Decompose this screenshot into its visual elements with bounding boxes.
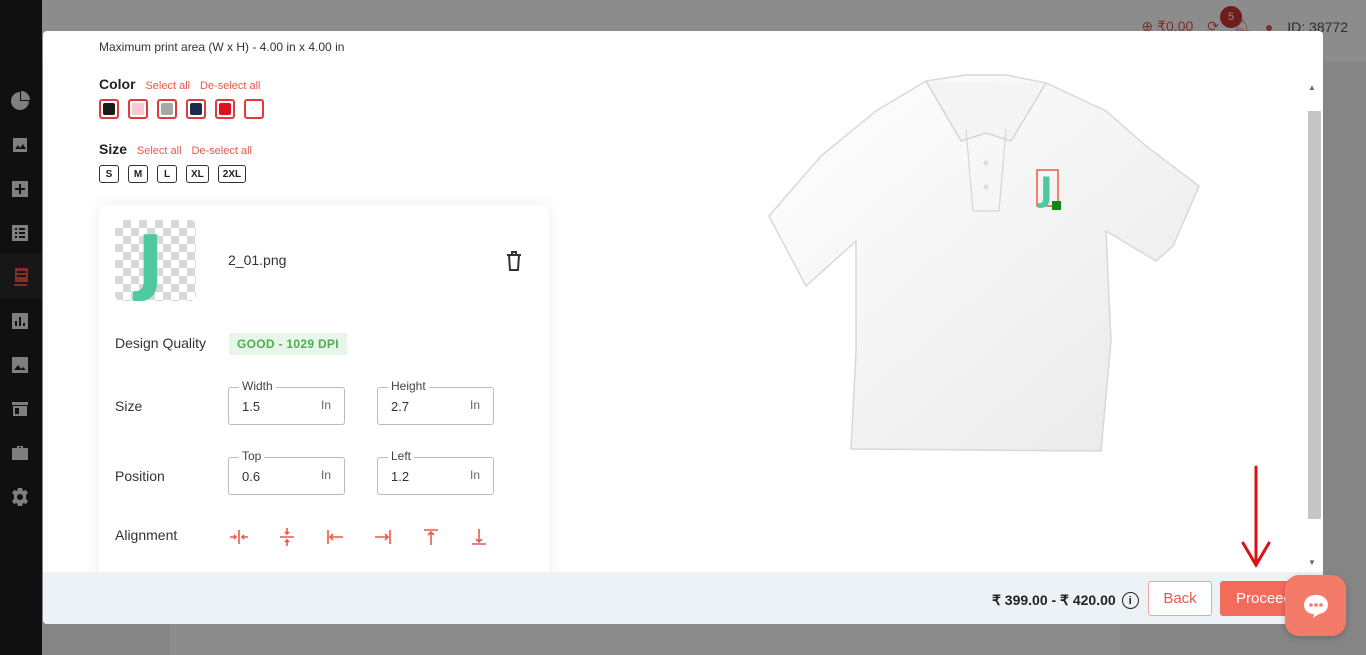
size-row-label: Size bbox=[115, 398, 143, 414]
size-section-title: Size Select all De-select all bbox=[99, 141, 252, 157]
align-center-vertical-icon[interactable] bbox=[277, 527, 297, 547]
align-left-icon[interactable] bbox=[325, 527, 345, 547]
align-top-icon[interactable] bbox=[421, 527, 441, 547]
color-deselect-all-link[interactable]: De-select all bbox=[200, 80, 261, 92]
design-thumbnail: J bbox=[115, 220, 196, 301]
design-modal: Maximum print area (W x H) - 4.00 in x 4… bbox=[43, 31, 1323, 624]
color-select-all-link[interactable]: Select all bbox=[145, 80, 190, 92]
price-range-text: ₹ 399.00 - ₹ 420.00 bbox=[992, 592, 1116, 608]
color-label: Color bbox=[99, 76, 136, 92]
design-filename: 2_01.png bbox=[228, 252, 287, 268]
height-field[interactable]: Height 2.7 In bbox=[377, 379, 494, 425]
left-unit: In bbox=[469, 468, 480, 482]
color-swatch-navy[interactable] bbox=[186, 99, 206, 119]
color-swatches bbox=[99, 99, 264, 119]
size-select-all-link[interactable]: Select all bbox=[137, 145, 182, 157]
size-chip-2xl[interactable]: 2XL bbox=[217, 165, 247, 183]
print-area-text: Maximum print area (W x H) - 4.00 in x 4… bbox=[99, 40, 345, 54]
product-preview: J bbox=[761, 71, 1206, 461]
price-range: ₹ 399.00 - ₹ 420.00 i bbox=[992, 592, 1139, 609]
size-deselect-all-link[interactable]: De-select all bbox=[191, 145, 252, 157]
resize-handle bbox=[1052, 201, 1061, 210]
height-unit: In bbox=[469, 398, 480, 412]
height-value: 2.7 bbox=[391, 399, 410, 414]
chat-button[interactable] bbox=[1285, 575, 1346, 636]
left-legend: Left bbox=[388, 449, 415, 463]
back-button[interactable]: Back bbox=[1148, 581, 1212, 616]
size-chip-s[interactable]: S bbox=[99, 165, 119, 183]
polo-shirt-image: J bbox=[768, 74, 1200, 452]
top-field[interactable]: Top 0.6 In bbox=[228, 449, 345, 495]
chat-bubble-icon bbox=[1303, 594, 1328, 618]
alignment-icons bbox=[229, 527, 489, 547]
alignment-label: Alignment bbox=[115, 527, 178, 543]
position-row-label: Position bbox=[115, 468, 165, 484]
top-unit: In bbox=[320, 468, 331, 482]
design-card: J 2_01.png Design Quality GOOD - 1029 DP… bbox=[99, 205, 549, 585]
size-chip-m[interactable]: M bbox=[128, 165, 148, 183]
top-legend: Top bbox=[239, 449, 265, 463]
align-bottom-icon[interactable] bbox=[469, 527, 489, 547]
color-section-title: Color Select all De-select all bbox=[99, 76, 261, 92]
width-field[interactable]: Width 1.5 In bbox=[228, 379, 345, 425]
annotation-arrow-icon bbox=[1241, 465, 1271, 568]
color-swatch-black[interactable] bbox=[99, 99, 119, 119]
scroll-down-arrow[interactable]: ▼ bbox=[1308, 558, 1316, 567]
left-field[interactable]: Left 1.2 In bbox=[377, 449, 494, 495]
height-legend: Height bbox=[388, 379, 429, 393]
align-center-horizontal-icon[interactable] bbox=[229, 527, 249, 547]
color-swatch-red[interactable] bbox=[215, 99, 235, 119]
design-quality-label: Design Quality bbox=[115, 335, 207, 351]
modal-body: Maximum print area (W x H) - 4.00 in x 4… bbox=[43, 31, 1323, 585]
info-icon[interactable]: i bbox=[1121, 592, 1139, 609]
align-right-icon[interactable] bbox=[373, 527, 393, 547]
left-value: 1.2 bbox=[391, 469, 410, 484]
design-quality-badge: GOOD - 1029 DPI bbox=[229, 333, 347, 355]
color-swatch-white[interactable] bbox=[244, 99, 264, 119]
svg-text:J: J bbox=[1038, 170, 1053, 210]
width-unit: In bbox=[320, 398, 331, 412]
color-swatch-grey[interactable] bbox=[157, 99, 177, 119]
top-value: 0.6 bbox=[242, 469, 261, 484]
size-chip-xl[interactable]: XL bbox=[186, 165, 209, 183]
design-thumbnail-letter: J bbox=[137, 220, 164, 301]
width-legend: Width bbox=[239, 379, 276, 393]
delete-design-icon[interactable] bbox=[504, 250, 524, 272]
scroll-up-arrow[interactable]: ▲ bbox=[1308, 83, 1316, 92]
size-options: S M L XL 2XL bbox=[99, 165, 247, 183]
size-label: Size bbox=[99, 141, 128, 157]
color-swatch-pink[interactable] bbox=[128, 99, 148, 119]
modal-scrollbar-thumb[interactable] bbox=[1308, 111, 1321, 519]
size-chip-l[interactable]: L bbox=[157, 165, 177, 183]
modal-footer: ₹ 399.00 - ₹ 420.00 i Back Proceed bbox=[43, 572, 1323, 624]
width-value: 1.5 bbox=[242, 399, 261, 414]
